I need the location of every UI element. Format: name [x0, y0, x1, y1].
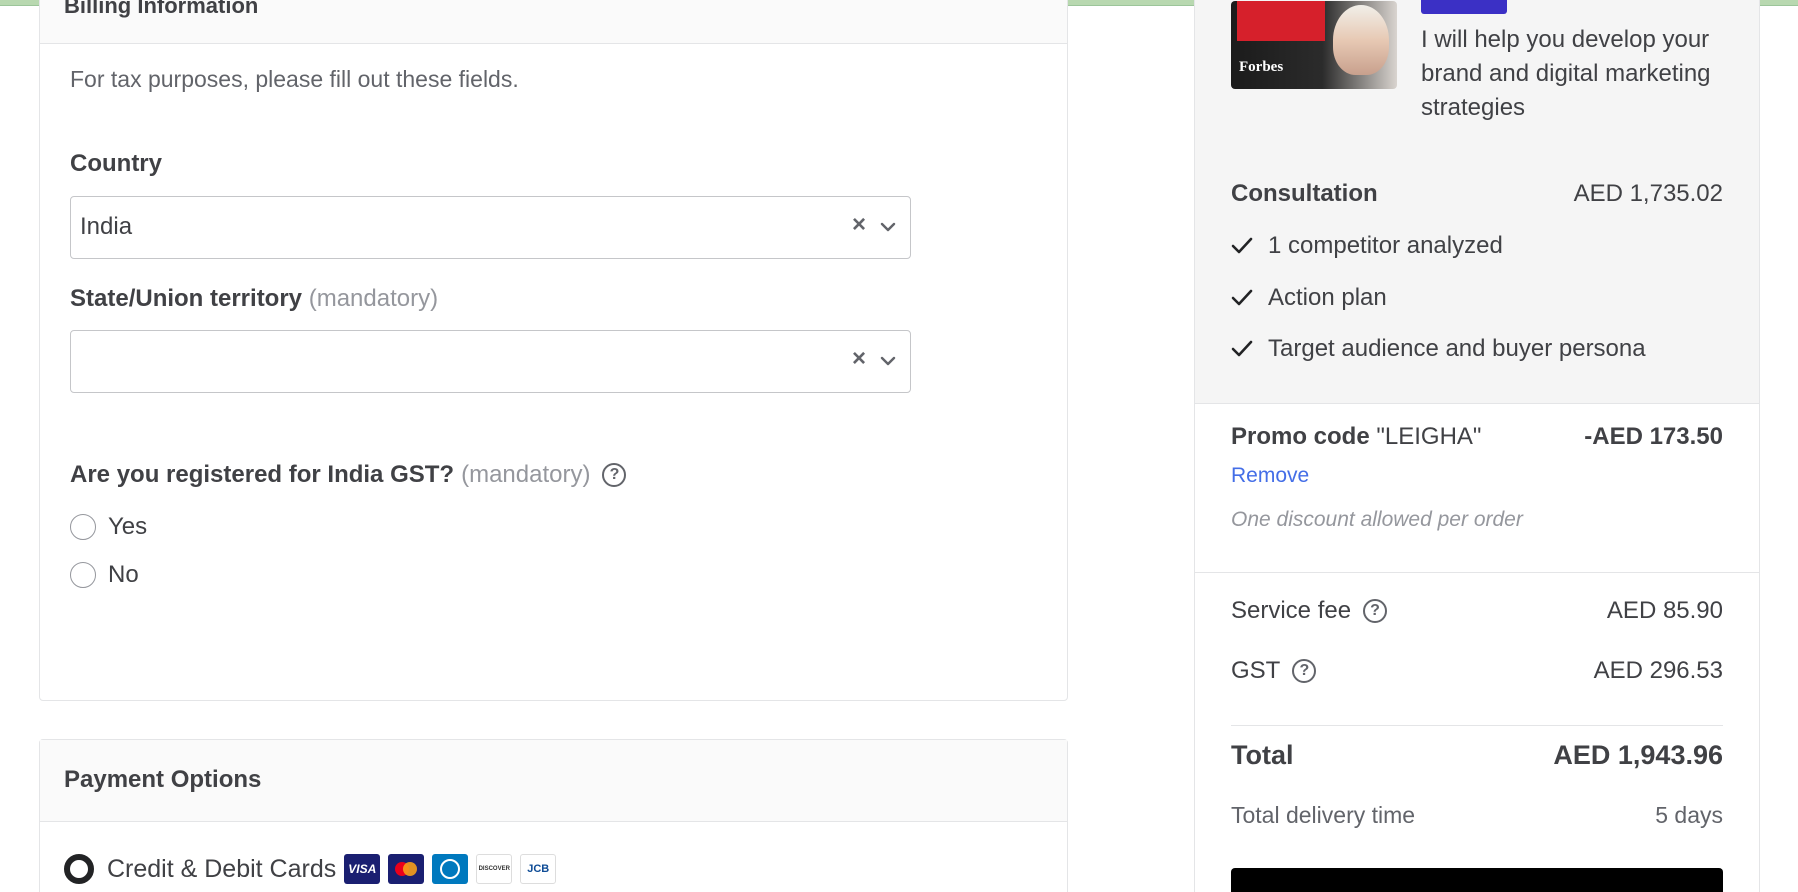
mastercard-logo-icon	[388, 854, 425, 884]
fee-label-text: Service fee	[1231, 597, 1352, 624]
visa-logo-icon: VISA	[344, 854, 381, 884]
package-name: Consultation	[1231, 180, 1378, 207]
gst-option-no[interactable]: No	[70, 561, 139, 589]
promo-code-title: Promo code	[1231, 423, 1370, 450]
fee-value: AED 296.53	[1593, 657, 1723, 684]
fee-label: GST ?	[1231, 657, 1317, 685]
package-feature-label: Target audience and buyer persona	[1268, 335, 1646, 362]
gig-title: I will help you develop your brand and d…	[1421, 26, 1711, 121]
divider	[1195, 572, 1759, 573]
checkmark-icon	[1231, 289, 1253, 306]
state-select[interactable]: ×	[70, 330, 911, 393]
checkmark-icon	[1231, 237, 1253, 254]
thumbnail-text: Forbes	[1239, 59, 1284, 75]
help-icon[interactable]: ?	[602, 463, 627, 487]
promo-code-label: Promo code "LEIGHA"	[1231, 423, 1481, 451]
diners-logo-icon	[432, 854, 469, 884]
state-label-text: State/Union territory	[70, 285, 303, 312]
payment-option-cards[interactable]: Credit & Debit Cards VISA DISCOVER JCB	[64, 851, 557, 887]
total-value: AED 1,943.96	[1553, 740, 1723, 770]
thumbnail-banner	[1237, 1, 1325, 41]
package-feature-label: Action plan	[1268, 284, 1387, 311]
package-feature-label: 1 competitor analyzed	[1268, 232, 1503, 259]
clear-icon[interactable]: ×	[848, 347, 870, 371]
gig-badge	[1421, 0, 1507, 14]
jcb-logo-icon: JCB	[520, 854, 557, 884]
country-select-value: India	[80, 213, 133, 240]
gst-option-no-label: No	[108, 561, 139, 588]
order-summary-top: Forbes I will help you develop your bran…	[1195, 0, 1759, 404]
fee-value: AED 85.90	[1606, 597, 1723, 624]
gst-mandatory: (mandatory)	[461, 461, 591, 488]
delivery-time-label: Total delivery time	[1231, 802, 1416, 828]
gst-option-yes-label: Yes	[108, 513, 148, 540]
payment-header: Payment Options	[40, 740, 1067, 822]
payment-option-label: Credit & Debit Cards	[107, 854, 337, 883]
help-icon[interactable]: ?	[1363, 599, 1388, 623]
package-feature: Target audience and buyer persona	[1231, 334, 1646, 364]
fee-label-text: GST	[1231, 657, 1281, 684]
gst-question-text: Are you registered for India GST?	[70, 461, 455, 488]
discount-note: One discount allowed per order	[1231, 508, 1523, 531]
help-icon[interactable]: ?	[1292, 659, 1317, 683]
fee-row-service: Service fee ? AED 85.90	[1231, 597, 1723, 627]
package-feature: 1 competitor analyzed	[1231, 231, 1503, 261]
checkmark-icon	[1231, 340, 1253, 357]
clear-icon[interactable]: ×	[848, 213, 870, 237]
discover-logo-icon: DISCOVER	[476, 854, 513, 884]
payment-options-card: Payment Options Credit & Debit Cards VIS…	[39, 739, 1068, 892]
gig-thumbnail: Forbes	[1231, 1, 1397, 89]
promo-discount-amount: -AED 173.50	[1584, 423, 1723, 450]
remove-promo-link[interactable]: Remove	[1231, 464, 1309, 488]
gst-option-yes[interactable]: Yes	[70, 513, 147, 541]
order-summary: Forbes I will help you develop your bran…	[1194, 0, 1760, 892]
delivery-time-value: 5 days	[1655, 802, 1723, 828]
fee-row-gst: GST ? AED 296.53	[1231, 657, 1723, 687]
country-select[interactable]: India ×	[70, 196, 911, 259]
state-label: State/Union territory (mandatory)	[70, 285, 438, 313]
checkout-button[interactable]	[1231, 868, 1723, 892]
payment-header-title: Payment Options	[64, 766, 262, 793]
package-price: AED 1,735.02	[1573, 180, 1723, 207]
gst-question: Are you registered for India GST? (manda…	[70, 461, 627, 489]
state-mandatory: (mandatory)	[308, 285, 439, 312]
billing-header: Billing Information	[40, 0, 1067, 44]
radio-button-selected[interactable]	[64, 854, 94, 884]
divider	[1231, 725, 1723, 726]
package-feature: Action plan	[1231, 283, 1387, 313]
billing-information-card: Billing Information For tax purposes, pl…	[39, 0, 1068, 701]
radio-button[interactable]	[70, 514, 96, 540]
thumbnail-portrait	[1333, 5, 1389, 75]
billing-header-title: Billing Information	[64, 0, 259, 18]
total-label: Total	[1231, 740, 1294, 770]
chevron-down-icon[interactable]	[878, 351, 898, 371]
tax-note: For tax purposes, please fill out these …	[70, 66, 519, 92]
radio-button[interactable]	[70, 562, 96, 588]
promo-code-value: "LEIGHA"	[1376, 423, 1482, 450]
chevron-down-icon[interactable]	[878, 217, 898, 237]
fee-label: Service fee ?	[1231, 597, 1388, 625]
country-label: Country	[70, 150, 162, 177]
